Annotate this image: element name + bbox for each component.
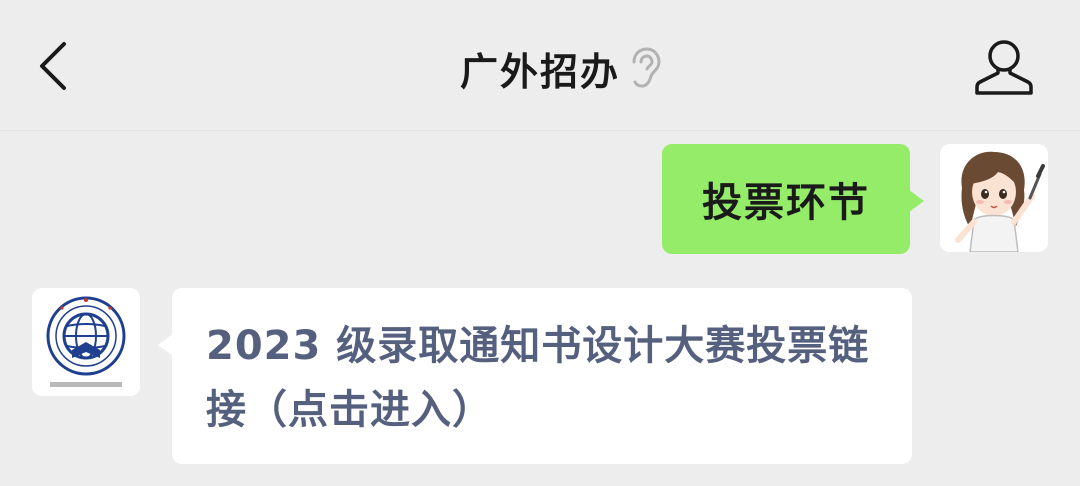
profile-button[interactable] <box>972 36 1036 98</box>
anime-girl-avatar-image <box>940 144 1048 252</box>
incoming-message-link-bubble[interactable]: 2023 级录取通知书设计大赛投票链接（点击进入） <box>158 288 912 464</box>
incoming-message-text[interactable]: 2023 级录取通知书设计大赛投票链接（点击进入） <box>206 314 896 442</box>
chat-screen: 广外招办 投票环节 2023 级录取通知书设计大赛投票链接（点击进入） <box>0 0 1080 486</box>
user-avatar[interactable] <box>940 144 1048 252</box>
outgoing-message-bubble[interactable]: 投票环节 <box>662 144 924 254</box>
university-logo-image <box>32 288 140 396</box>
person-icon <box>975 40 1033 95</box>
ear-icon <box>626 46 662 90</box>
chevron-left-icon <box>40 42 66 90</box>
title-wrap: 广外招办 <box>0 38 1080 98</box>
school-logo-avatar[interactable] <box>32 288 140 396</box>
chat-title: 广外招办 <box>459 49 620 94</box>
chat-header: 广外招办 <box>0 0 1080 131</box>
back-button[interactable] <box>30 38 80 94</box>
outgoing-message-text: 投票环节 <box>702 180 870 226</box>
